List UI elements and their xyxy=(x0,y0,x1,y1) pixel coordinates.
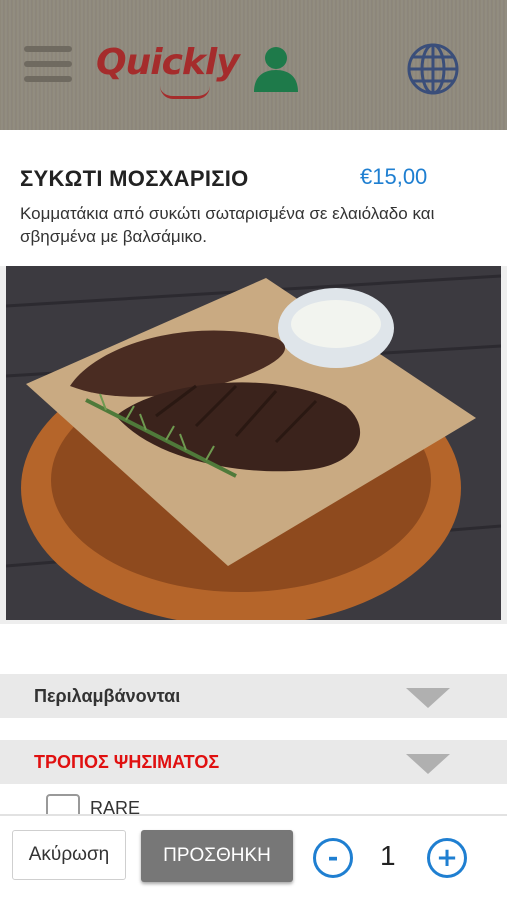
product-title: ΣΥΚΩΤΙ ΜΟΣΧΑΡΙΣΙΟ xyxy=(20,166,249,191)
chevron-down-icon[interactable] xyxy=(406,688,450,708)
product-price: €15,00 xyxy=(360,164,428,189)
logo-swoosh xyxy=(160,86,210,99)
action-bar: Ακύρωση ΠΡΟΣΘΗΚΗ - 1 + xyxy=(0,814,507,902)
globe-icon[interactable] xyxy=(406,42,460,96)
chevron-down-icon[interactable] xyxy=(406,754,450,774)
menu-icon[interactable] xyxy=(24,46,72,86)
app-header: Quickly xyxy=(0,0,507,130)
product-description: Κομματάκια από συκώτι σωταρισμένα σε ελα… xyxy=(20,204,435,246)
cancel-button[interactable]: Ακύρωση xyxy=(12,830,126,880)
product-image xyxy=(6,266,501,620)
section-cooking-method-label: ΤΡΟΠΟΣ ΨΗΣΙΜΑΤΟΣ xyxy=(34,752,220,772)
section-included-label: Περιλαμβάνονται xyxy=(34,686,181,706)
decrement-button[interactable]: - xyxy=(313,838,353,878)
add-to-order-button[interactable]: ΠΡΟΣΘΗΚΗ xyxy=(141,830,293,882)
product-modal: ΣΥΚΩΤΙ ΜΟΣΧΑΡΙΣΙΟ €15,00 Κομματάκια από … xyxy=(0,130,507,900)
app-logo: Quickly xyxy=(96,42,240,83)
section-included[interactable]: Περιλαμβάνονται xyxy=(0,674,507,718)
increment-button[interactable]: + xyxy=(427,838,467,878)
product-image-frame xyxy=(0,266,507,624)
quantity-value: 1 xyxy=(380,840,396,871)
user-icon[interactable] xyxy=(250,42,302,94)
section-cooking-method[interactable]: ΤΡΟΠΟΣ ΨΗΣΙΜΑΤΟΣ xyxy=(0,740,507,784)
